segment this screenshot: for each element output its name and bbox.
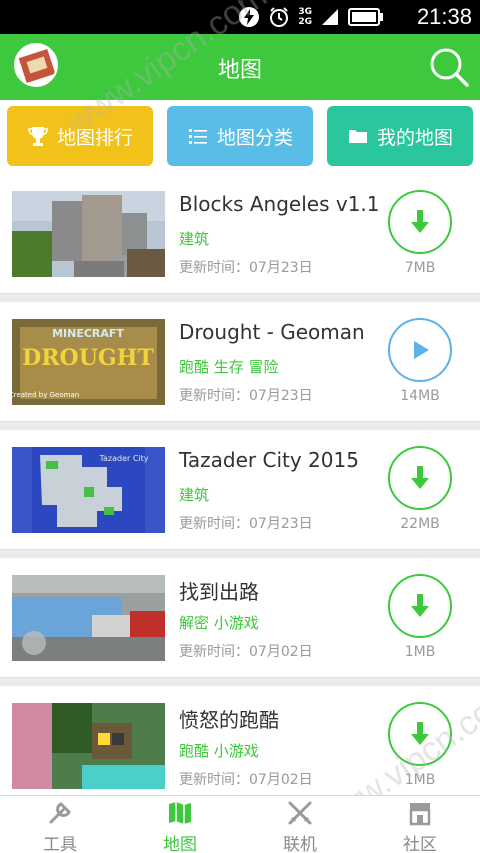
my-maps-button[interactable]: 我的地图 (327, 106, 473, 166)
map-size: 22MB (400, 516, 440, 532)
map-list-item[interactable]: MINECRAFT DROUGHT Created by Geoman Drou… (0, 302, 480, 422)
map-thumbnail: MINECRAFT DROUGHT Created by Geoman (12, 319, 165, 405)
map-title: Drought - Geoman (179, 320, 365, 344)
download-arrow-icon (411, 594, 429, 617)
map-list-item[interactable]: 愤怒的跑酷 跑酷 小游戏 更新时间：07月02日 1MB (0, 686, 480, 806)
map-size: 1MB (404, 644, 436, 660)
map-category-button[interactable]: 地图分类 (167, 106, 313, 166)
map-thumbnail: Tazader City (12, 447, 165, 533)
tab-map[interactable]: 地图 (120, 796, 240, 853)
status-icons: 3G 2G (238, 6, 384, 28)
download-button[interactable] (388, 702, 452, 766)
map-update-date: 更新时间：07月02日 (179, 644, 313, 660)
network-indicator: 3G 2G (298, 7, 312, 27)
map-size: 14MB (400, 388, 440, 404)
list-icon (188, 129, 207, 144)
tab-multiplayer[interactable]: 联机 (240, 796, 360, 853)
map-thumbnail (12, 575, 165, 661)
category-bar: 地图排行 地图分类 我的地图 (0, 100, 480, 174)
map-title: 找到出路 (179, 580, 259, 604)
network-2g: 2G (298, 17, 312, 27)
alarm-icon (270, 7, 289, 27)
map-tags: 解密 小游戏 (179, 614, 259, 632)
crossed-swords-icon (288, 801, 312, 825)
map-update-date: 更新时间：07月23日 (179, 260, 313, 276)
app-bar: 地图 (0, 34, 480, 100)
download-button[interactable] (388, 190, 452, 254)
tab-community-label: 社区 (403, 835, 437, 853)
download-arrow-icon (411, 722, 429, 745)
page-title: 地图 (217, 58, 262, 83)
map-thumbnail (12, 191, 165, 277)
shop-icon (409, 803, 431, 826)
map-size: 1MB (404, 772, 436, 788)
play-icon (414, 341, 429, 359)
map-update-date: 更新时间：07月23日 (179, 388, 313, 404)
tab-multiplayer-label: 联机 (283, 835, 317, 853)
tab-tools[interactable]: 工具 (0, 796, 120, 853)
map-title: 愤怒的跑酷 (179, 708, 279, 732)
map-tags: 建筑 (179, 486, 210, 504)
download-arrow-icon (411, 210, 429, 233)
thumb-credit-text: Created by Geoman (12, 391, 79, 399)
map-update-date: 更新时间：07月23日 (179, 516, 313, 532)
map-title: Blocks Angeles v1.1 (179, 192, 380, 216)
folder-icon (348, 130, 367, 143)
map-update-date: 更新时间：07月02日 (179, 772, 313, 788)
clock: 21:38 (416, 4, 472, 29)
map-category-label: 地图分类 (216, 126, 293, 149)
play-button[interactable] (388, 318, 452, 382)
tab-map-label: 地图 (163, 835, 197, 853)
thumb-brand-text: MINECRAFT (52, 327, 124, 340)
search-icon[interactable] (428, 46, 470, 88)
wrench-icon (49, 802, 71, 824)
map-title: Tazader City 2015 (179, 448, 359, 472)
battery-icon (348, 8, 383, 26)
thumb-title-text: Tazader City (98, 454, 148, 463)
signal-icon (322, 9, 338, 25)
map-list-item[interactable]: Tazader City Tazader City 2015 建筑 更新时间：0… (0, 430, 480, 550)
network-3g: 3G (298, 7, 312, 17)
status-bar: 3G 2G 21:38 (0, 0, 480, 34)
map-icon (169, 802, 191, 824)
download-button[interactable] (388, 446, 452, 510)
trophy-icon (28, 127, 48, 146)
tab-community[interactable]: 社区 (360, 796, 480, 853)
flash-icon (239, 7, 260, 27)
map-list-item[interactable]: 找到出路 解密 小游戏 更新时间：07月02日 1MB (0, 558, 480, 678)
map-tags: 跑酷 小游戏 (179, 742, 259, 760)
map-tags: 跑酷 生存 冒险 (179, 358, 279, 376)
bottom-tab-bar: 工具 地图 联机 社区 (0, 795, 480, 853)
map-ranking-button[interactable]: 地图排行 (7, 106, 153, 166)
thumb-title-text: DROUGHT (22, 345, 154, 371)
map-ranking-label: 地图排行 (56, 126, 133, 149)
my-maps-label: 我的地图 (376, 126, 453, 149)
tab-tools-label: 工具 (43, 835, 77, 853)
map-thumbnail (12, 703, 165, 789)
map-tags: 建筑 (179, 230, 210, 248)
map-list-item[interactable]: Blocks Angeles v1.1 建筑 更新时间：07月23日 7MB (0, 174, 480, 294)
download-arrow-icon (411, 466, 429, 489)
download-button[interactable] (388, 574, 452, 638)
map-size: 7MB (404, 260, 436, 276)
